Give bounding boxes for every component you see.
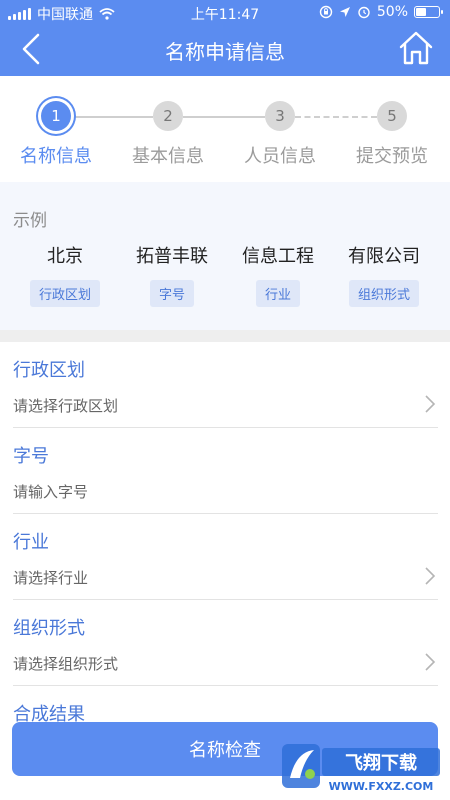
chevron-right-icon[interactable] bbox=[424, 652, 436, 672]
chevron-right-icon[interactable] bbox=[424, 394, 436, 414]
region-field: 行政区划 请选择行政区划 bbox=[13, 342, 438, 428]
example-column-region: 北京 行政区划 bbox=[10, 242, 120, 307]
example-title: 示例 bbox=[13, 211, 47, 231]
page-title: 名称申请信息 bbox=[165, 40, 285, 64]
step-5-label[interactable]: 提交预览 bbox=[337, 142, 447, 168]
alarm-icon bbox=[358, 6, 370, 19]
location-icon bbox=[339, 7, 350, 17]
step-1-circle[interactable]: 1 bbox=[41, 101, 71, 131]
industry-label: 行业 bbox=[13, 532, 49, 553]
status-right: 50% bbox=[319, 4, 443, 20]
home-button[interactable] bbox=[398, 30, 434, 66]
example-tag: 组织形式 bbox=[348, 280, 419, 307]
step-3-circle[interactable]: 3 bbox=[265, 101, 295, 131]
step-2-circle[interactable]: 2 bbox=[153, 101, 183, 131]
example-panel: 示例 北京 行政区划 拓普丰联 字号 信息工程 行业 有限公司 组织形式 bbox=[0, 182, 450, 330]
watermark-logo: 飞翔下载 WWW.FXXZ.COM bbox=[282, 744, 440, 793]
example-column-industry: 信息工程 行业 bbox=[223, 242, 333, 307]
brand-field: 字号 请输入字号 bbox=[13, 428, 438, 514]
region-label: 行政区划 bbox=[13, 360, 85, 381]
step-connector bbox=[183, 116, 265, 118]
org-form-select[interactable]: 请选择组织形式 bbox=[13, 653, 118, 674]
step-3-label[interactable]: 人员信息 bbox=[225, 142, 335, 168]
example-word: 拓普丰联 bbox=[136, 246, 208, 267]
example-tag: 字号 bbox=[149, 280, 194, 307]
example-column-brand: 拓普丰联 字号 bbox=[117, 242, 227, 307]
watermark-brand: 飞翔下载 bbox=[345, 752, 417, 774]
section-divider bbox=[0, 330, 450, 342]
org-form-field: 组织形式 请选择组织形式 bbox=[13, 600, 438, 686]
example-word: 有限公司 bbox=[348, 246, 420, 267]
battery-percent: 50% bbox=[376, 4, 408, 20]
watermark-url: WWW.FXXZ.COM bbox=[329, 780, 434, 793]
home-icon bbox=[399, 31, 433, 65]
brand-label: 字号 bbox=[13, 446, 49, 467]
progress-stepper: 1 2 3 5 名称信息 基本信息 人员信息 提交预览 bbox=[0, 76, 450, 182]
example-word: 信息工程 bbox=[242, 246, 314, 267]
step-1-label[interactable]: 名称信息 bbox=[1, 142, 111, 168]
org-form-label: 组织形式 bbox=[13, 618, 85, 639]
orientation-lock-icon bbox=[319, 5, 333, 19]
region-select[interactable]: 请选择行政区划 bbox=[13, 395, 118, 416]
industry-field: 行业 请选择行业 bbox=[13, 514, 438, 600]
step-connector bbox=[71, 116, 153, 118]
industry-select[interactable]: 请选择行业 bbox=[13, 567, 88, 588]
step-connector-dashed bbox=[295, 116, 377, 118]
brand-input[interactable]: 请输入字号 bbox=[13, 481, 88, 502]
example-tag: 行业 bbox=[255, 280, 300, 307]
step-5-circle[interactable]: 5 bbox=[377, 101, 407, 131]
example-column-org-form: 有限公司 组织形式 bbox=[329, 242, 439, 307]
step-2-label[interactable]: 基本信息 bbox=[113, 142, 223, 168]
result-field: 合成结果 bbox=[13, 686, 438, 726]
battery-icon bbox=[414, 6, 443, 18]
example-word: 北京 bbox=[47, 246, 83, 267]
example-tag: 行政区划 bbox=[29, 280, 100, 307]
top-bar: 中国联通 上午11:47 50% 名称申请信息 bbox=[0, 0, 450, 76]
chevron-right-icon[interactable] bbox=[424, 566, 436, 586]
status-bar: 中国联通 上午11:47 50% bbox=[0, 0, 450, 26]
